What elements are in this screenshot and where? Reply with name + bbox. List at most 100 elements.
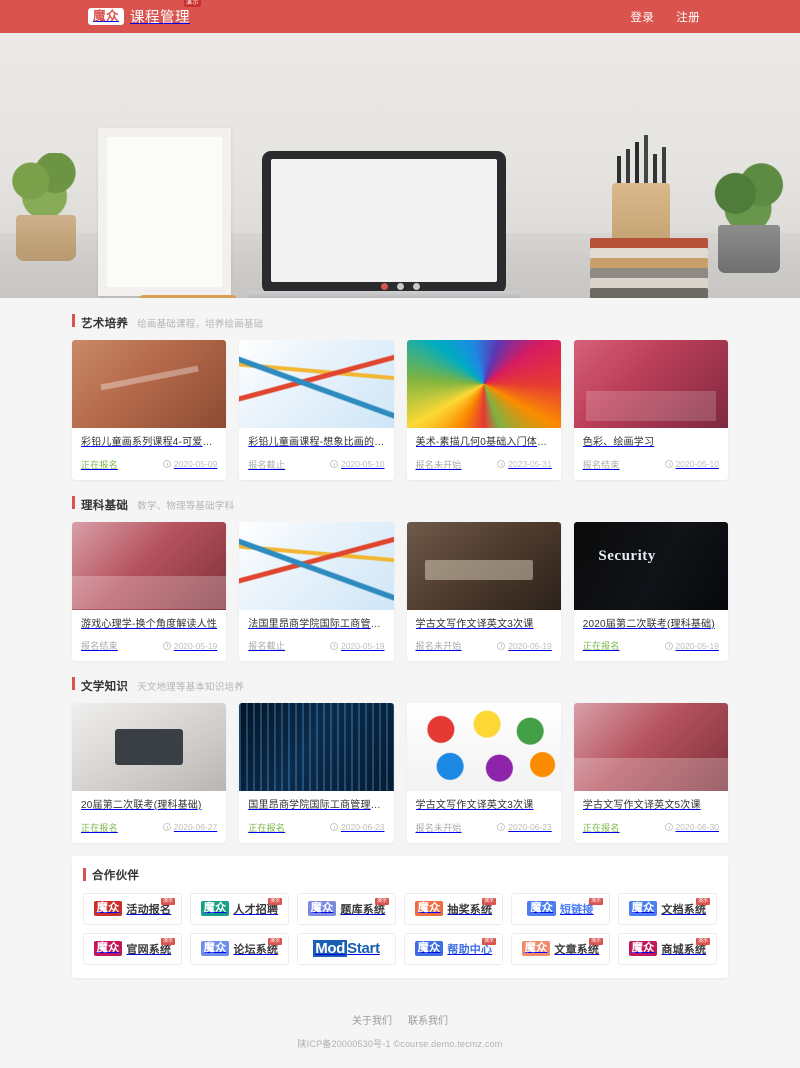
partner-demo-badge: 演示 — [481, 897, 496, 905]
course-date: 2020-05-19 — [664, 641, 719, 651]
clock-icon — [664, 641, 673, 650]
partner-link[interactable]: 魔众 抽奖系统 演示 — [404, 892, 503, 925]
hero-carousel[interactable] — [0, 33, 800, 298]
course-title: 20届第二次联考(理科基础) — [81, 800, 202, 811]
partner-link[interactable]: Mod Start — [297, 932, 396, 965]
course-title: 学古文写作文译英文3次课 — [415, 618, 534, 630]
partner-link[interactable]: 魔众 短链接 演示 — [511, 892, 610, 925]
course-status-badge: 正在报名 — [248, 822, 286, 833]
partner-mark: 魔众 — [628, 900, 658, 917]
course-card[interactable]: 学古文写作文译英文3次课 报名未开始 2020-06-23 — [406, 703, 561, 843]
partner-link[interactable]: 魔众 论坛系统 演示 — [190, 932, 289, 965]
course-card[interactable]: 2020届第二次联考(理科基础) 正在报名 2020-05-19 — [573, 521, 728, 662]
course-card-body: 2020届第二次联考(理科基础) 正在报名 2020-05-19 — [574, 610, 728, 662]
course-thumbnail — [72, 521, 227, 610]
course-title: 国里昂商学院国际工商管理本科招生项... — [248, 800, 384, 811]
course-title: 彩铅儿童画课程-想象比画的像更有益 — [248, 437, 385, 448]
page-footer: 关于我们 联系我们 陕ICP备20000530号-1 ©course.demo.… — [0, 987, 800, 1068]
pot-right — [718, 225, 780, 273]
course-meta: 报名结束 2020-05-19 — [81, 639, 217, 652]
course-card[interactable]: 彩铅儿童画课程-想象比画的像更有益报名截止 2020-05-10 — [239, 340, 394, 480]
hero-image — [0, 33, 800, 298]
course-meta: 报名结束 2020-05-10 — [583, 458, 719, 471]
partner-link[interactable]: 魔众 官网系统 演示 — [83, 932, 182, 965]
course-card[interactable]: 色彩、绘画学习 报名结束 2020-05-10 — [573, 340, 728, 480]
partners-grid: 魔众 活动报名 演示 魔众 人才招聘 演示 魔众 题库系统 演示 魔众 抽奖系统 演示 魔众 短链接 演示魔… — [83, 892, 717, 965]
section-header: 理科基础 数学、物理等基础学科 — [72, 493, 728, 522]
partner-demo-badge: 演示 — [160, 937, 175, 945]
course-thumbnail — [406, 340, 561, 428]
carousel-dot-2[interactable] — [396, 283, 404, 290]
course-date: 2023-05-31 — [497, 459, 552, 469]
course-date-text: 2020-06-27 — [173, 822, 218, 832]
partner-link[interactable]: 魔众 文章系统 演示 — [511, 932, 610, 965]
course-date: 2020-05-10 — [330, 459, 385, 469]
course-date-text: 2020-05-19 — [173, 640, 218, 651]
course-date-text: 2020-06-30 — [675, 822, 719, 832]
course-card-body: 学古文写作文译英文3次课 报名未开始 2020-06-23 — [407, 791, 561, 843]
clock-icon — [497, 641, 506, 650]
course-section-1: 艺术培养绘画基础课程，培养绘画基础彩铅儿童画系列课程4-可爱的玩具正在报名 202… — [72, 298, 728, 480]
contact-us-link[interactable]: 联系我们 — [408, 1012, 448, 1027]
course-card[interactable]: 20届第二次联考(理科基础) 正在报名 2020-06-27 — [72, 703, 227, 843]
course-meta: 正在报名 2020-06-23 — [248, 821, 384, 834]
partner-mark: 魔众 — [414, 940, 444, 957]
partner-link[interactable]: 魔众 活动报名 演示 — [83, 892, 182, 925]
course-card[interactable]: 国里昂商学院国际工商管理本科招生项... 正在报名 2020-06-23 — [239, 703, 394, 843]
course-card-body: 美术-素描几何0基础入门体系课程报名未开始 2023-05-31 — [407, 428, 561, 480]
notebook — [140, 295, 236, 298]
partner-demo-badge: 演示 — [267, 897, 282, 905]
partner-demo-badge: 演示 — [374, 897, 389, 905]
login-link[interactable]: 登录 — [630, 9, 654, 25]
partner-mark: 魔众 — [93, 900, 123, 917]
course-status-badge: 正在报名 — [81, 822, 118, 833]
partner-link[interactable]: 魔众 文档系统 演示 — [618, 892, 717, 925]
about-us-link[interactable]: 关于我们 — [352, 1012, 392, 1027]
brand-logo[interactable]: 魔众 课程管理 演示 — [88, 0, 202, 27]
course-section-3: 文学知识 天文地理等基本知识培养 20届第二次联考(理科基础) 正在报名 2020-06… — [72, 661, 728, 843]
laptop-screen — [262, 151, 506, 294]
partner-link[interactable]: 魔众 人才招聘 演示 — [190, 892, 289, 925]
partner-logo-modstart: Mod Start — [313, 940, 380, 957]
laptop-base — [247, 291, 521, 298]
course-status-badge: 报名未开始 — [415, 822, 462, 833]
course-status-badge: 正在报名 — [582, 822, 620, 833]
picture-frame — [98, 128, 231, 296]
course-status-badge: 报名未开始 — [415, 459, 462, 470]
partner-demo-badge: 演示 — [695, 897, 710, 905]
clock-icon — [497, 460, 506, 468]
course-card-grid: 20届第二次联考(理科基础) 正在报名 2020-06-27 国里昂商学院国际工商管理… — [72, 703, 728, 843]
course-title: 美术-素描几何0基础入门体系课程 — [415, 437, 552, 448]
course-date-text: 2020-05-10 — [675, 459, 719, 469]
course-sections: 艺术培养绘画基础课程，培养绘画基础彩铅儿童画系列课程4-可爱的玩具正在报名202… — [0, 298, 800, 843]
course-card[interactable]: 彩铅儿童画系列课程4-可爱的玩具正在报名 2020-05-09 — [72, 340, 227, 480]
clock-icon — [497, 823, 506, 831]
section-subtitle: 数学、物理等基础学科 — [137, 500, 235, 512]
section-title: 文学知识 — [81, 681, 129, 693]
course-date: 2020-05-09 — [162, 459, 217, 469]
course-card[interactable]: 法国里昂商学院国际工商管理本科招生... 报名截止 2020-05-19 — [239, 521, 394, 661]
section-subtitle: 绘画基础课程，培养绘画基础 — [137, 319, 264, 330]
course-card[interactable]: 学古文写作文译英文3次课 报名未开始 2020-05-19 — [406, 521, 561, 662]
carousel-dot-3[interactable] — [412, 283, 420, 290]
course-title: 彩铅儿童画系列课程4-可爱的玩具 — [81, 437, 217, 448]
course-card[interactable]: 游戏心理学-换个角度解读人性 报名结束 2020-05-19 — [72, 521, 227, 661]
course-card-body: 学古文写作文译英文3次课 报名未开始 2020-05-19 — [407, 610, 561, 662]
course-card[interactable]: 学古文写作文译英文5次课 正在报名 2020-06-30 — [573, 703, 728, 843]
partner-link[interactable]: 魔众 商城系统 演示 — [618, 932, 717, 965]
course-date: 2020-05-19 — [330, 641, 385, 651]
course-thumbnail — [573, 521, 728, 610]
course-card-body: 国里昂商学院国际工商管理本科招生项... 正在报名 2020-06-23 — [239, 791, 393, 843]
course-card[interactable]: 美术-素描几何0基础入门体系课程报名未开始 2023-05-31 — [406, 340, 561, 480]
partners-title: 合作伙伴 — [92, 869, 140, 882]
pot-left — [16, 215, 76, 261]
top-navbar: 魔众 课程管理 演示 登录 注册 — [0, 0, 800, 33]
register-link[interactable]: 注册 — [676, 9, 700, 25]
partner-demo-badge: 演示 — [695, 937, 710, 945]
carousel-indicators[interactable] — [0, 283, 800, 290]
partner-link[interactable]: 魔众 帮助中心 演示 — [404, 932, 503, 965]
partner-link[interactable]: 魔众 题库系统 演示 — [297, 892, 396, 925]
clock-icon — [330, 823, 339, 831]
carousel-dot-1[interactable] — [380, 283, 388, 290]
partner-demo-badge: 演示 — [267, 937, 282, 945]
